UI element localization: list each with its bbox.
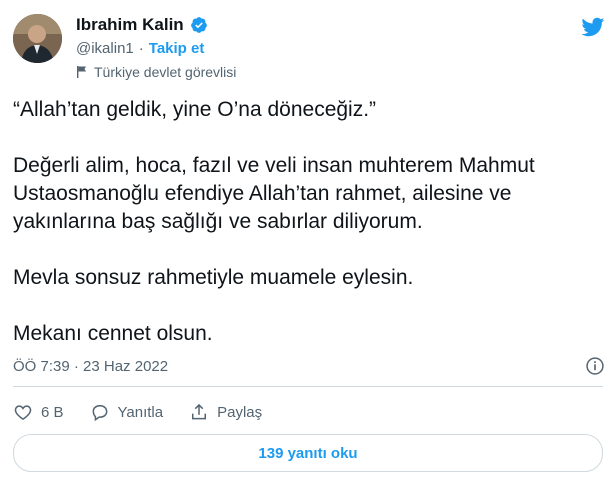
tweet-paragraph: Mevla sonsuz rahmetiyle muamele eylesin. [13, 266, 414, 289]
author-name-row: Ibrahim Kalin [76, 15, 208, 35]
divider [13, 386, 603, 387]
info-icon[interactable] [585, 356, 605, 376]
reply-button[interactable]: Yanıtla [90, 402, 164, 422]
read-replies-button[interactable]: 139 yanıtı oku [13, 434, 603, 472]
like-count: 6 B [41, 403, 64, 421]
action-bar: 6 B Yanıtla Paylaş [13, 402, 288, 422]
tweet-paragraph: Değerli alim, hoca, fazıl ve veli insan … [13, 154, 535, 233]
author-handle-row: @ikalin1 · Takip et [76, 40, 204, 57]
verified-badge-icon [190, 17, 207, 33]
like-button[interactable]: 6 B [13, 402, 64, 422]
tweet-text: “Allah’tan geldik, yine O’na döneceğiz.”… [13, 96, 603, 376]
share-button[interactable]: Paylaş [189, 402, 262, 422]
account-label: Türkiye devlet görevlisi [76, 64, 236, 80]
author-name[interactable]: Ibrahim Kalin [76, 15, 184, 35]
heart-icon [14, 405, 32, 420]
separator-dot: · [138, 40, 144, 57]
reply-icon [92, 405, 107, 422]
follow-button[interactable]: Takip et [149, 40, 205, 57]
tweet-card: Ibrahim Kalin @ikalin1 · Takip et Türkiy… [0, 0, 614, 480]
author-handle[interactable]: @ikalin1 [76, 40, 134, 57]
flag-icon [77, 66, 86, 78]
twitter-bird-icon[interactable] [579, 15, 606, 39]
share-icon [192, 403, 207, 420]
tweet-paragraph: Mekanı cennet olsun. [13, 322, 213, 345]
share-label: Paylaş [217, 403, 263, 421]
tweet-timestamp[interactable]: ÖÖ 7:39 · 23 Haz 2022 [13, 358, 168, 375]
reply-label: Yanıtla [117, 403, 164, 421]
avatar[interactable] [13, 14, 62, 63]
account-label-text: Türkiye devlet görevlisi [94, 64, 237, 80]
tweet-paragraph: “Allah’tan geldik, yine O’na döneceğiz.” [13, 98, 377, 121]
